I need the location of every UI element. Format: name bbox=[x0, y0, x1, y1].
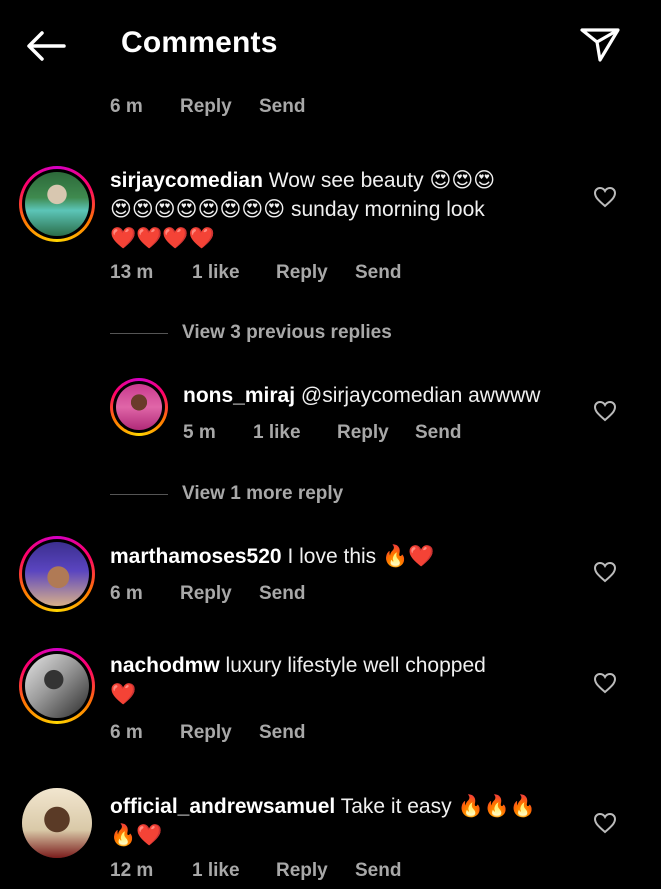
timestamp: 13 m bbox=[110, 262, 154, 283]
header-bar: Comments bbox=[0, 0, 661, 92]
comment-meta-row: 13 m 1 like Reply Send bbox=[110, 262, 470, 286]
emoji-group: 😍😍😍😍😍😍😍😍 bbox=[110, 197, 286, 221]
avatar[interactable] bbox=[110, 378, 168, 436]
reply-button[interactable]: Reply bbox=[180, 96, 232, 118]
username-link[interactable]: sirjaycomedian bbox=[110, 169, 263, 192]
divider bbox=[110, 494, 168, 495]
comment-text: nons_miraj @sirjaycomedian awwww bbox=[183, 382, 583, 410]
heart-outline-icon bbox=[593, 672, 617, 694]
page-title: Comments bbox=[121, 26, 278, 59]
comment-item: official_andrewsamuel Take it easy 🔥🔥🔥 🔥… bbox=[0, 786, 661, 889]
timestamp: 6 m bbox=[110, 96, 143, 117]
comment-text: marthamoses520 I love this 🔥❤️ bbox=[110, 542, 580, 571]
username-link[interactable]: official_andrewsamuel bbox=[110, 795, 335, 818]
avatar[interactable] bbox=[19, 536, 95, 612]
heart-outline-icon bbox=[593, 400, 617, 422]
view-previous-replies[interactable]: View 3 previous replies bbox=[110, 322, 470, 346]
divider bbox=[110, 333, 168, 334]
like-button[interactable] bbox=[593, 186, 617, 208]
reply-button[interactable]: Reply bbox=[276, 860, 328, 882]
username-link[interactable]: marthamoses520 bbox=[110, 545, 282, 568]
timestamp: 12 m bbox=[110, 860, 154, 881]
comment-body: Wow see beauty bbox=[268, 169, 424, 192]
view-previous-link[interactable]: View 3 previous replies bbox=[182, 322, 392, 344]
back-button[interactable] bbox=[24, 28, 68, 64]
comment-item: marthamoses520 I love this 🔥❤️ 6 m Reply… bbox=[0, 536, 661, 626]
send-button[interactable]: Send bbox=[355, 262, 401, 284]
send-button[interactable]: Send bbox=[415, 422, 461, 444]
paper-plane-icon bbox=[580, 28, 620, 62]
username-link[interactable]: nachodmw bbox=[110, 654, 220, 677]
direct-message-button[interactable] bbox=[578, 24, 622, 64]
like-button[interactable] bbox=[593, 672, 617, 694]
comment-item: nachodmw luxury lifestyle well chopped ❤… bbox=[0, 646, 661, 756]
avatar[interactable] bbox=[19, 166, 95, 242]
like-button[interactable] bbox=[593, 400, 617, 422]
view-more-link[interactable]: View 1 more reply bbox=[182, 483, 343, 505]
send-button[interactable]: Send bbox=[259, 722, 305, 744]
comment-body: @sirjaycomedian awwww bbox=[300, 384, 541, 407]
emoji-group: 🔥❤️ bbox=[382, 544, 435, 568]
send-button[interactable]: Send bbox=[259, 583, 305, 605]
view-more-replies[interactable]: View 1 more reply bbox=[110, 483, 430, 507]
avatar[interactable] bbox=[19, 648, 95, 724]
comment-body: luxury lifestyle well chopped bbox=[225, 654, 486, 677]
avatar[interactable] bbox=[22, 788, 92, 858]
reply-button[interactable]: Reply bbox=[180, 722, 232, 744]
timestamp: 6 m bbox=[110, 722, 143, 743]
comment-body: Take it easy bbox=[340, 795, 452, 818]
reply-button[interactable]: Reply bbox=[337, 422, 389, 444]
emoji-group: 🔥🔥🔥 bbox=[457, 794, 536, 818]
timestamp: 5 m bbox=[183, 422, 216, 443]
reply-button[interactable]: Reply bbox=[180, 583, 232, 605]
emoji-group: ❤️ bbox=[110, 682, 137, 706]
comment-body: I love this bbox=[287, 545, 377, 568]
username-link[interactable]: nons_miraj bbox=[183, 384, 295, 407]
comment-meta-row: 5 m 1 like Reply Send bbox=[183, 422, 523, 446]
comment-meta-row: 12 m 1 like Reply Send bbox=[110, 860, 470, 884]
comment-text: nachodmw luxury lifestyle well chopped ❤… bbox=[110, 652, 580, 709]
send-button[interactable]: Send bbox=[355, 860, 401, 882]
emoji-group: 😍😍😍 bbox=[429, 168, 496, 192]
reply-item: nons_miraj @sirjaycomedian awwww 5 m 1 l… bbox=[0, 376, 661, 456]
comment-text: official_andrewsamuel Take it easy 🔥🔥🔥 🔥… bbox=[110, 792, 580, 850]
reply-button[interactable]: Reply bbox=[276, 262, 328, 284]
likes-count[interactable]: 1 like bbox=[192, 262, 240, 284]
likes-count[interactable]: 1 like bbox=[192, 860, 240, 882]
comment-body: sunday morning look bbox=[290, 198, 485, 221]
comment-meta-row: 6 m Reply Send bbox=[110, 583, 410, 607]
comment-text: sirjaycomedian Wow see beauty 😍😍😍 😍😍😍😍😍😍… bbox=[110, 166, 580, 253]
comment-meta-row: 6 m Reply Send bbox=[110, 96, 410, 120]
heart-outline-icon bbox=[593, 186, 617, 208]
send-button[interactable]: Send bbox=[259, 96, 305, 118]
heart-outline-icon bbox=[593, 561, 617, 583]
emoji-group: ❤️❤️❤️❤️ bbox=[110, 226, 215, 250]
arrow-left-icon bbox=[27, 31, 66, 61]
comment-meta-row: 6 m Reply Send bbox=[110, 722, 410, 746]
comment-item: sirjaycomedian Wow see beauty 😍😍😍 😍😍😍😍😍😍… bbox=[0, 160, 661, 300]
like-button[interactable] bbox=[593, 561, 617, 583]
likes-count[interactable]: 1 like bbox=[253, 422, 301, 444]
like-button[interactable] bbox=[593, 812, 617, 834]
timestamp: 6 m bbox=[110, 583, 143, 604]
heart-outline-icon bbox=[593, 812, 617, 834]
emoji-group: 🔥❤️ bbox=[110, 823, 163, 847]
